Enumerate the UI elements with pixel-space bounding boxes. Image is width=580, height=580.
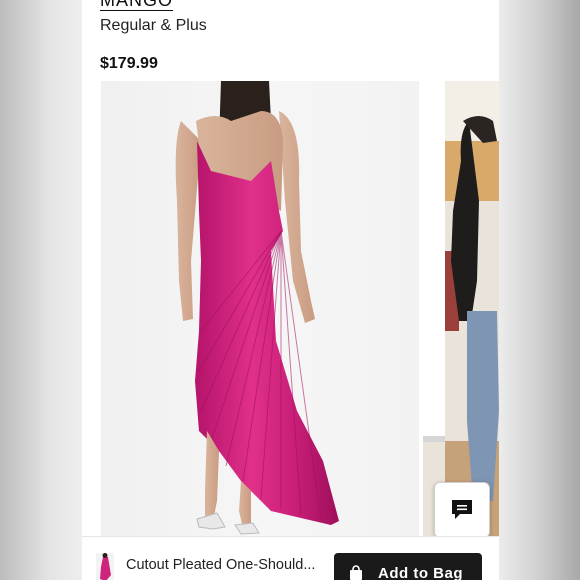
add-to-bag-label: Add to Bag <box>378 565 463 580</box>
product-price: $179.99 <box>100 55 158 72</box>
add-to-bag-button[interactable]: Add to Bag <box>334 553 482 580</box>
dress-thumbnail-image <box>100 553 111 580</box>
background-left-blur <box>0 0 82 580</box>
fit-range-label: Regular & Plus <box>100 17 207 34</box>
brand-link[interactable]: MANGO <box>100 0 174 11</box>
product-image-gallery[interactable] <box>82 81 499 536</box>
product-name: Cutout Pleated One-Should... <box>126 557 316 573</box>
product-page: MANGO Regular & Plus $179.99 Cutout Plea… <box>82 0 499 580</box>
sticky-purchase-bar: Cutout Pleated One-Should... Add to Bag <box>82 536 499 580</box>
chat-bubble-icon <box>452 500 472 519</box>
dress-back-view-image <box>175 81 339 535</box>
product-photo-main[interactable] <box>101 81 419 536</box>
background-right-blur <box>499 0 580 580</box>
shopping-bag-icon <box>348 565 364 580</box>
product-photo-next[interactable] <box>423 81 499 536</box>
chat-button[interactable] <box>434 482 490 536</box>
product-thumbnail <box>96 553 114 580</box>
store-photo-image <box>423 81 499 536</box>
